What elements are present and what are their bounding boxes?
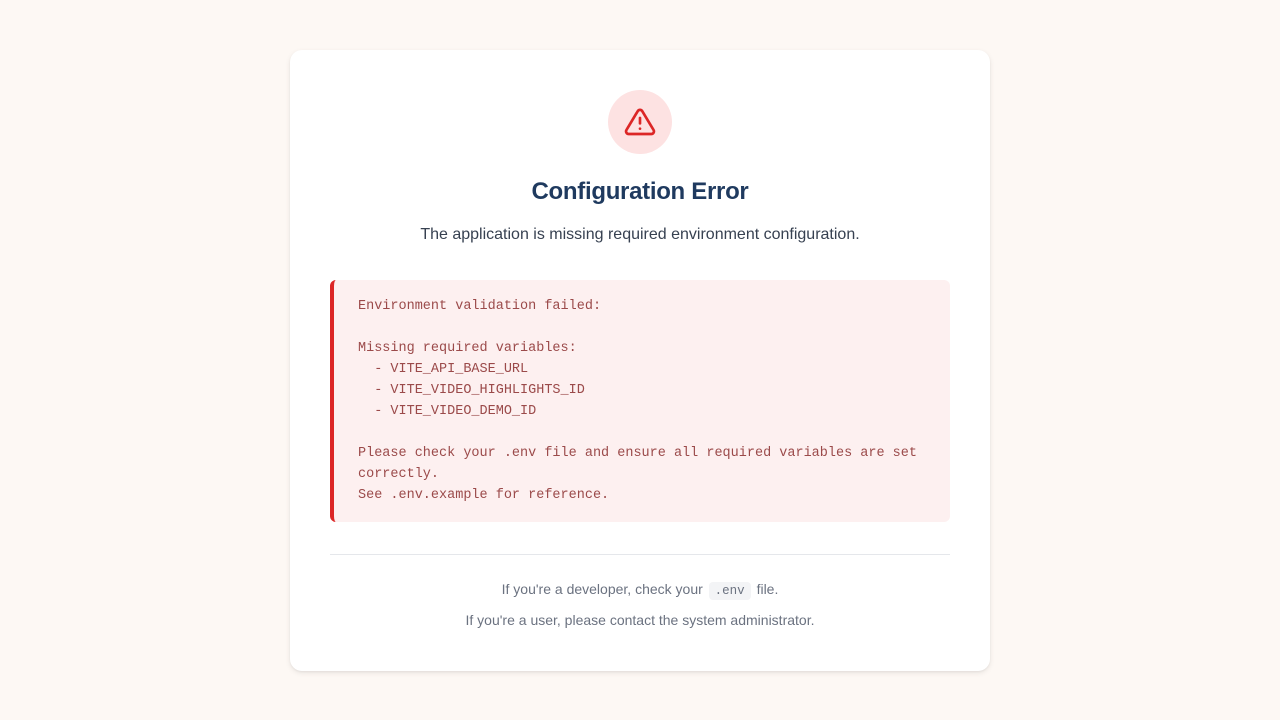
developer-hint-suffix: file. bbox=[756, 581, 779, 597]
warning-triangle-icon bbox=[624, 108, 656, 136]
page-title: Configuration Error bbox=[531, 178, 749, 205]
user-hint: If you're a user, please contact the sys… bbox=[465, 612, 815, 628]
warning-icon-badge bbox=[608, 90, 672, 154]
divider bbox=[330, 554, 950, 555]
page-subtitle: The application is missing required envi… bbox=[420, 226, 860, 243]
error-card: Configuration Error The application is m… bbox=[290, 50, 990, 671]
error-details-box: Environment validation failed: Missing r… bbox=[330, 280, 950, 522]
developer-hint: If you're a developer, check your .env f… bbox=[290, 581, 990, 600]
developer-hint-prefix: If you're a developer, check your bbox=[501, 581, 703, 597]
env-file-code: .env bbox=[708, 582, 751, 600]
error-details-text: Environment validation failed: Missing r… bbox=[358, 299, 917, 503]
